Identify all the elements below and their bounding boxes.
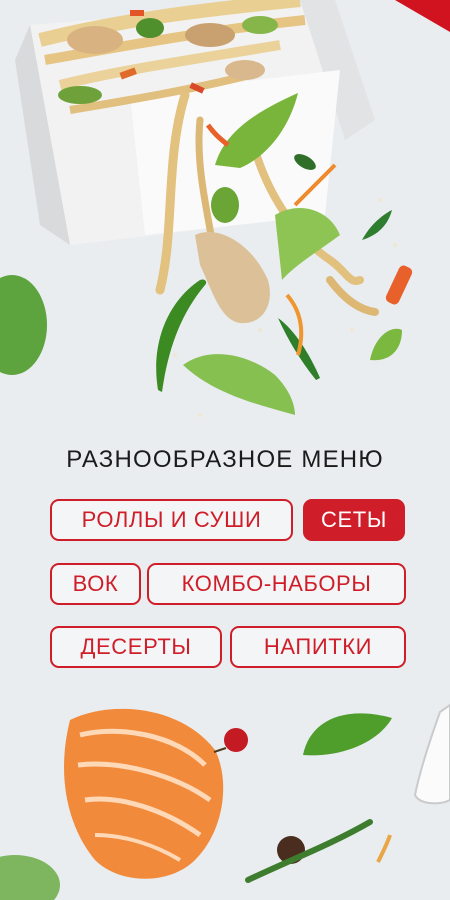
chicken-piece-image — [195, 232, 270, 324]
blurred-leaf-image — [0, 275, 47, 375]
green-bean-image — [211, 187, 239, 223]
basil-leaf-image — [303, 713, 392, 756]
berry-image — [224, 728, 248, 752]
category-sets-button[interactable]: СЕТЫ — [303, 499, 405, 541]
lettuce-leaf-image — [275, 207, 340, 280]
salmon-piece-image — [64, 708, 224, 879]
red-corner-shape — [395, 0, 450, 32]
herb-leaf-image — [362, 210, 392, 240]
category-combo-button[interactable]: КОМБО-НАБОРЫ — [147, 563, 406, 605]
lettuce-leaf-image — [183, 354, 295, 415]
blurred-leaf-image — [0, 855, 60, 900]
phone-edge-image — [413, 703, 450, 805]
wok-box-image — [15, 0, 375, 245]
category-rolls-button[interactable]: РОЛЛЫ И СУШИ — [50, 499, 293, 541]
category-wok-button[interactable]: ВОК — [50, 563, 141, 605]
carrot-strip-image — [385, 265, 413, 305]
herb-leaf-image — [370, 328, 402, 361]
category-desserts-button[interactable]: ДЕСЕРТЫ — [50, 626, 222, 668]
rosemary-image — [245, 819, 373, 883]
category-drinks-button[interactable]: НАПИТКИ — [230, 626, 406, 668]
menu-headline: РАЗНООБРАЗНОЕ МЕНЮ — [66, 446, 384, 473]
